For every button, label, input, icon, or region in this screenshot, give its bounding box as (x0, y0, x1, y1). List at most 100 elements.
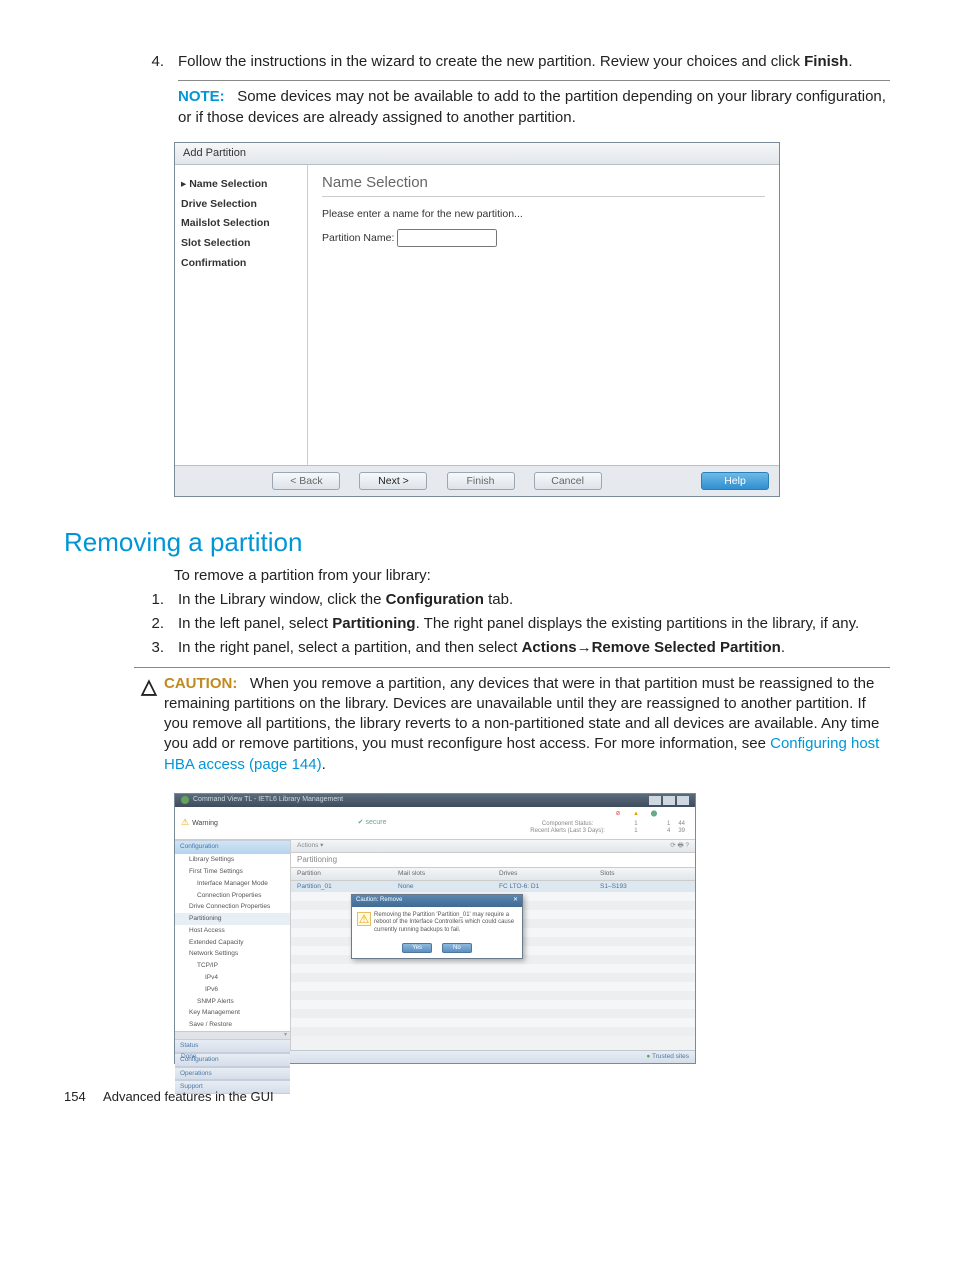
step-4-period: . (848, 53, 852, 70)
wizard-step-drive[interactable]: Drive Selection (181, 195, 301, 215)
st-r1: Component Status: (526, 821, 609, 828)
cancel-button[interactable]: Cancel (534, 472, 602, 490)
left-item-conn[interactable]: Connection Properties (175, 890, 290, 902)
next-button[interactable]: Next > (359, 472, 427, 490)
remove-step-3: 3. In the right panel, select a partitio… (134, 638, 890, 658)
mgmt-panel-title: Partitioning (291, 853, 695, 868)
left-scroll-indicator[interactable]: ▾ (175, 1031, 290, 1039)
caution-icon: △ (134, 674, 164, 775)
wizard-hint: Please enter a name for the new partitio… (322, 207, 765, 221)
wizard-panel-title: Name Selection (322, 173, 765, 197)
left-item-net-settings[interactable]: Network Settings (175, 948, 290, 960)
left-item-partitioning[interactable]: Partitioning (175, 913, 290, 925)
wizard-title: Add Partition (175, 143, 779, 165)
left-item-ipv6[interactable]: IPv6 (175, 984, 290, 996)
wizard-panel: Name Selection Please enter a name for t… (308, 165, 779, 465)
dialog-yes-button[interactable]: Yes (402, 943, 432, 953)
col-mailslots[interactable]: Mail slots (392, 868, 493, 880)
step-4-number: 4. (134, 52, 178, 128)
rs1-a: In the Library window, click the (178, 591, 386, 608)
st-v2b: 4 (663, 828, 674, 835)
page-number: 154 (64, 1089, 86, 1104)
left-item-ipv4[interactable]: IPv4 (175, 972, 290, 984)
wizard-step-mailslot[interactable]: Mailslot Selection (181, 214, 301, 234)
left-item-host-access[interactable]: Host Access (175, 925, 290, 937)
col-partition[interactable]: Partition (291, 868, 392, 880)
toolbar-icons[interactable]: ⟳ 🖶 ? (670, 842, 689, 850)
st-v2a: 1 (609, 828, 663, 835)
step-4-text-a: Follow the instructions in the wizard to… (178, 53, 804, 70)
rs3-d: Remove Selected Partition (592, 639, 781, 656)
mgmt-left-panel: Configuration Library Settings First Tim… (175, 840, 291, 1050)
st-v2c: 39 (674, 828, 689, 835)
wizard-field-label: Partition Name: (322, 232, 394, 244)
footer-title: Advanced features in the GUI (103, 1089, 274, 1104)
step-4-finish: Finish (804, 53, 848, 70)
rs1-c: tab. (484, 591, 513, 608)
wizard-step-name[interactable]: Name Selection (181, 175, 301, 195)
note-block: NOTE: Some devices may not be available … (178, 80, 890, 128)
cell-drives: FC LTO-6: D1 (493, 881, 594, 893)
wizard-footer: < Back Next > Finish Cancel Help (175, 465, 779, 496)
mgmt-table-head: Partition Mail slots Drives Slots (291, 868, 695, 881)
step-4-body: Follow the instructions in the wizard to… (178, 52, 890, 128)
left-sect-operations[interactable]: Operations (175, 1067, 290, 1081)
left-item-tcpip[interactable]: TCP/IP (175, 960, 290, 972)
wizard-step-confirm[interactable]: Confirmation (181, 254, 301, 274)
col-slots[interactable]: Slots (594, 868, 695, 880)
help-button[interactable]: Help (701, 472, 769, 490)
library-management-window: Command View TL - IETL6 Library Manageme… (174, 793, 696, 1064)
left-item-keymgmt[interactable]: Key Management (175, 1007, 290, 1019)
left-sect-status[interactable]: Status (175, 1039, 290, 1053)
finish-button[interactable]: Finish (447, 472, 515, 490)
left-item-first-time[interactable]: First Time Settings (175, 866, 290, 878)
section-heading-removing-partition: Removing a partition (64, 525, 890, 560)
dialog-title: Caution: Remove (356, 897, 402, 904)
rs3-e: . (781, 639, 785, 656)
minimize-button[interactable] (649, 796, 661, 805)
partition-name-input[interactable] (397, 229, 497, 247)
st-v1c: 44 (674, 821, 689, 828)
page-footer: 154 Advanced features in the GUI (64, 1088, 890, 1106)
left-sect-configuration[interactable]: Configuration (175, 840, 290, 854)
caution-label: CAUTION: (164, 675, 237, 692)
dialog-no-button[interactable]: No (442, 943, 472, 953)
cell-partition: Partition_01 (291, 881, 392, 893)
st-v1b: 1 (663, 821, 674, 828)
caution-block: △ CAUTION: When you remove a partition, … (134, 667, 890, 775)
actions-menu[interactable]: Actions ▾ (297, 842, 323, 850)
remove-step-3-num: 3. (134, 638, 178, 658)
mgmt-titlebar: Command View TL - IETL6 Library Manageme… (175, 794, 695, 807)
remove-step-2: 2. In the left panel, select Partitionin… (134, 614, 890, 634)
left-item-drive-conn[interactable]: Drive Connection Properties (175, 901, 290, 913)
col-drives[interactable]: Drives (493, 868, 594, 880)
rs3-a: In the right panel, select a partition, … (178, 639, 522, 656)
statusbar-trusted: Trusted sites (646, 1053, 689, 1061)
rs2-c: . The right panel displays the existing … (416, 615, 860, 632)
back-button[interactable]: < Back (272, 472, 340, 490)
maximize-button[interactable] (663, 796, 675, 805)
title-dot-icon (181, 796, 189, 804)
remove-intro: To remove a partition from your library: (174, 566, 890, 586)
note-label: NOTE: (178, 88, 225, 105)
rs3-b: Actions (522, 639, 577, 656)
dialog-close-icon[interactable]: ✕ (513, 897, 518, 904)
close-button[interactable] (677, 796, 689, 805)
wizard-step-slot[interactable]: Slot Selection (181, 234, 301, 254)
mgmt-table-row[interactable]: Partition_01 None FC LTO-6: D1 S1–S193 (291, 881, 695, 893)
rs3-arrow: → (577, 639, 592, 656)
mgmt-right-panel: Actions ▾ ⟳ 🖶 ? Partitioning Partition M… (291, 840, 695, 1050)
mgmt-title: Command View TL - IETL6 Library Manageme… (193, 796, 343, 804)
left-item-save-restore[interactable]: Save / Restore (175, 1019, 290, 1031)
confirm-remove-dialog: Caution: Remove ✕ Removing the Partition… (351, 894, 523, 959)
mgmt-header: Warning secure ⊘▲⬤ Component Status:1144… (175, 807, 695, 840)
left-item-iface[interactable]: Interface Manager Mode (175, 878, 290, 890)
remove-step-1: 1. In the Library window, click the Conf… (134, 590, 890, 610)
left-item-library-settings[interactable]: Library Settings (175, 854, 290, 866)
cell-slots: S1–S193 (594, 881, 695, 893)
mgmt-toolbar: Actions ▾ ⟳ 🖶 ? (291, 840, 695, 853)
remove-step-2-num: 2. (134, 614, 178, 634)
step-4: 4. Follow the instructions in the wizard… (134, 52, 890, 128)
left-item-snmp[interactable]: SNMP Alerts (175, 996, 290, 1008)
left-item-ext-cap[interactable]: Extended Capacity (175, 937, 290, 949)
